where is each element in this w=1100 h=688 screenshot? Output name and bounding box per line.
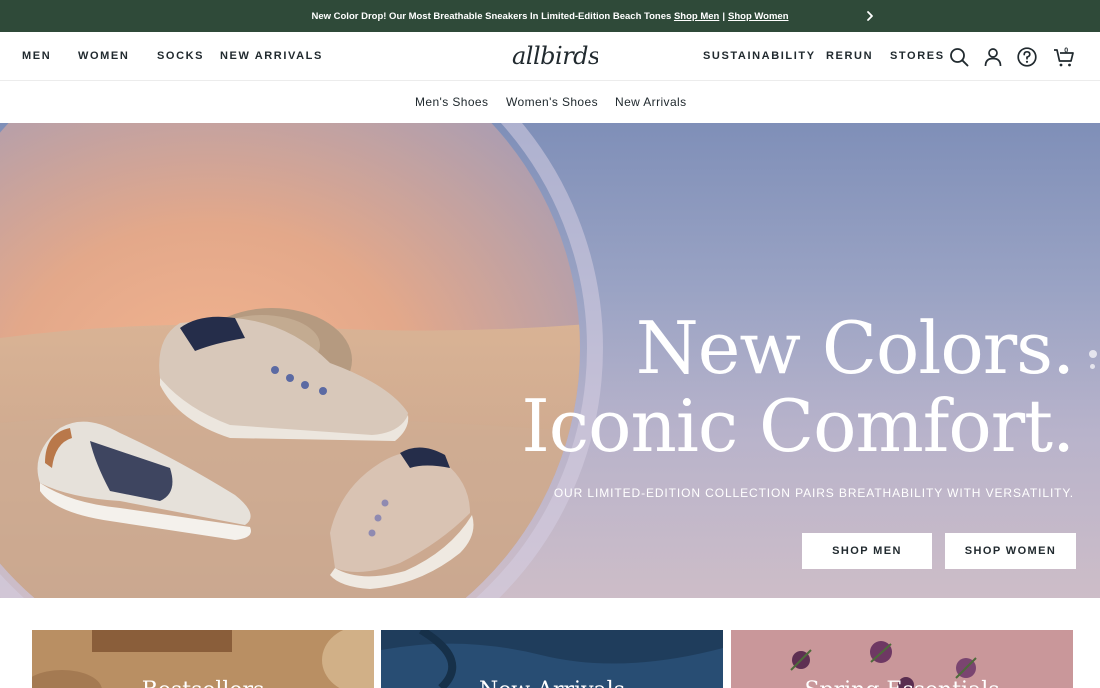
cart-count: 0: [1064, 48, 1068, 55]
announcement-separator: |: [722, 10, 725, 22]
card-bestsellers[interactable]: Bestsellers: [32, 630, 374, 688]
announcement-bar: New Color Drop! Our Most Breathable Snea…: [0, 0, 1100, 32]
announcement-text: New Color Drop! Our Most Breathable Snea…: [311, 10, 672, 22]
subnav-mens-shoes[interactable]: Men's Shoes: [415, 95, 488, 109]
hero-subtext: OUR LIMITED-EDITION COLLECTION PAIRS BRE…: [553, 486, 1074, 500]
card-title: Bestsellers: [32, 678, 374, 688]
shop-women-button[interactable]: SHOP WOMEN: [945, 533, 1076, 569]
subnav-womens-shoes[interactable]: Women's Shoes: [506, 95, 598, 109]
shop-men-link[interactable]: Shop Men: [674, 11, 719, 22]
hero-headline-line2: Iconic Comfort.: [521, 384, 1075, 468]
hero-headline-line1: New Colors.: [635, 306, 1075, 390]
hero-headline: New Colors. Iconic Comfort.: [521, 306, 1075, 468]
nav-new-arrivals[interactable]: NEW ARRIVALS: [220, 50, 323, 62]
subnav-new-arrivals[interactable]: New Arrivals: [615, 95, 686, 109]
nav-stores[interactable]: STORES: [890, 50, 945, 62]
carousel-dot[interactable]: [1089, 350, 1097, 358]
nav-socks[interactable]: SOCKS: [157, 50, 204, 62]
svg-text:allbirds: allbirds: [512, 42, 598, 70]
main-nav: MEN WOMEN SOCKS NEW ARRIVALS allbirds SU…: [0, 32, 1100, 81]
nav-rerun[interactable]: RERUN: [826, 50, 873, 62]
nav-sustainability[interactable]: SUSTAINABILITY: [703, 50, 816, 62]
help-icon[interactable]: [1016, 46, 1038, 68]
nav-men[interactable]: MEN: [22, 50, 51, 62]
shop-men-button[interactable]: SHOP MEN: [802, 533, 932, 569]
card-title: New Arrivals: [381, 678, 723, 688]
card-spring-essentials[interactable]: Spring Essentials: [731, 630, 1073, 688]
search-icon[interactable]: [948, 46, 970, 68]
account-icon[interactable]: [982, 46, 1004, 68]
carousel-dot[interactable]: [1090, 364, 1095, 369]
card-title: Spring Essentials: [731, 678, 1073, 688]
sub-nav: Men's Shoes Women's Shoes New Arrivals: [0, 81, 1100, 123]
nav-women[interactable]: WOMEN: [78, 50, 129, 62]
allbirds-logo[interactable]: allbirds: [508, 38, 598, 76]
card-new-arrivals[interactable]: New Arrivals: [381, 630, 723, 688]
cart-icon[interactable]: 0: [1052, 46, 1076, 68]
hero-banner: New Colors. Iconic Comfort. OUR LIMITED-…: [0, 123, 1100, 598]
shop-women-link[interactable]: Shop Women: [728, 11, 789, 22]
chevron-right-icon[interactable]: [862, 8, 878, 24]
category-cards: Bestsellers New Arrivals Spring Essentia…: [0, 598, 1100, 688]
